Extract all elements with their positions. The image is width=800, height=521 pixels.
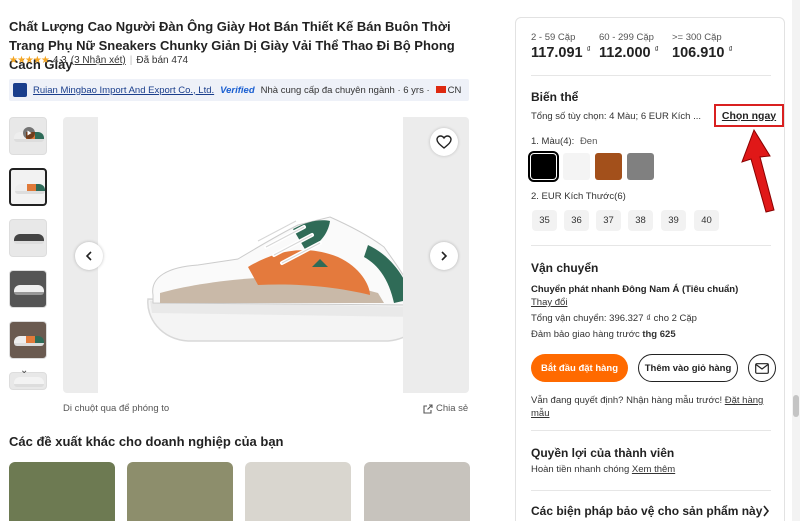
color-swatch-gray[interactable] bbox=[627, 153, 654, 180]
thumbnail-image[interactable] bbox=[9, 321, 47, 359]
delivery-guarantee: Đảm bảo giao hàng trước thg 625 bbox=[531, 329, 676, 340]
thumbnail-image-active[interactable] bbox=[9, 168, 47, 206]
price-tier-label: >= 300 Cặp bbox=[672, 32, 722, 43]
size-chip[interactable]: 37 bbox=[596, 210, 621, 231]
scrollbar-thumb[interactable] bbox=[793, 395, 799, 417]
divider-dot: | bbox=[129, 55, 133, 66]
choose-now-link[interactable]: Chọn ngay bbox=[714, 104, 784, 127]
supplier-desc: Nhà cung cấp đa chuyên ngành · 6 yrs · bbox=[260, 84, 430, 96]
annotation-arrow-icon bbox=[741, 128, 775, 213]
sneaker-image bbox=[147, 216, 419, 342]
share-label: Chia sẻ bbox=[436, 403, 469, 414]
share-icon bbox=[423, 403, 433, 414]
heart-icon bbox=[436, 135, 452, 149]
main-image bbox=[98, 117, 419, 393]
price-tier-value: 117.091 ₫ bbox=[531, 45, 591, 61]
rating-value: 4.3 bbox=[52, 55, 67, 66]
supplier-logo-icon bbox=[13, 83, 27, 97]
shipping-method: Chuyển phát nhanh Đông Nam Á (Tiêu chuẩn… bbox=[531, 284, 739, 295]
chevron-left-icon bbox=[85, 251, 92, 261]
sold-count: Đã bán 474 bbox=[136, 55, 189, 66]
thumbnail-image[interactable] bbox=[9, 270, 47, 308]
verified-badge: Verified bbox=[220, 84, 255, 96]
favorite-button[interactable] bbox=[430, 128, 458, 156]
size-chip[interactable]: 39 bbox=[661, 210, 686, 231]
sample-prompt: Vẫn đang quyết định? Nhận hàng mẫu trước… bbox=[531, 395, 723, 406]
member-benefits-title: Quyền lợi của thành viên bbox=[531, 446, 675, 460]
color-swatch-white[interactable] bbox=[563, 153, 590, 180]
next-image-button[interactable] bbox=[430, 242, 458, 270]
shipping-cost: Tổng vận chuyển: 396.327 ₫ cho 2 Cặp bbox=[531, 313, 697, 324]
variants-summary: Tổng số tùy chọn: 4 Màu; 6 EUR Kích ... bbox=[531, 111, 702, 122]
thumbnails-scroll-down-icon[interactable]: ⌄ bbox=[20, 365, 28, 376]
size-chip[interactable]: 40 bbox=[694, 210, 719, 231]
price-tier-value: 112.000 ₫ bbox=[599, 45, 659, 61]
add-to-cart-button[interactable]: Thêm vào giỏ hàng bbox=[638, 354, 738, 382]
price-tier-label: 60 - 299 Cặp bbox=[599, 32, 654, 43]
supplier-name-link[interactable]: Ruian Mingbao Import And Export Co., Ltd… bbox=[33, 85, 214, 96]
rating-stars-icon: ★★★★★ bbox=[9, 55, 50, 66]
color-label-row: 1. Màu(4): Đen bbox=[531, 136, 597, 147]
color-swatch-brown[interactable] bbox=[595, 153, 622, 180]
size-chip[interactable]: 38 bbox=[628, 210, 653, 231]
supplier-country: CN bbox=[435, 85, 461, 96]
main-image-viewer[interactable] bbox=[63, 117, 469, 393]
color-selected: Đen bbox=[579, 136, 598, 147]
recommendation-card[interactable] bbox=[245, 462, 351, 521]
zoom-hint: Di chuột qua để phóng to bbox=[63, 403, 170, 414]
sample-row: Vẫn đang quyết định? Nhận hàng mẫu trước… bbox=[531, 394, 766, 420]
member-benefits-row: Hoàn tiền nhanh chóng Xem thêm bbox=[531, 464, 676, 475]
prev-image-button[interactable] bbox=[75, 242, 103, 270]
protection-title[interactable]: Các biện pháp bảo vệ cho sản phẩm này bbox=[531, 504, 762, 518]
supplier-bar: Ruian Mingbao Import And Export Co., Ltd… bbox=[9, 79, 469, 101]
rating-row: ★★★★★ 4.3 (3 Nhận xét) | Đã bán 474 bbox=[9, 55, 188, 66]
thumbnail-image[interactable] bbox=[9, 219, 47, 257]
shipping-change-link[interactable]: Thay đổi bbox=[531, 297, 567, 308]
recommendation-card[interactable] bbox=[127, 462, 233, 521]
recommendation-card[interactable] bbox=[364, 462, 470, 521]
price-tier-value: 106.910 ₫ bbox=[672, 45, 733, 61]
reviews-link[interactable]: (3 Nhận xét) bbox=[71, 55, 126, 66]
mail-icon bbox=[755, 362, 769, 374]
chevron-right-icon bbox=[441, 251, 448, 261]
chevron-right-icon[interactable] bbox=[762, 505, 770, 517]
size-chip[interactable]: 36 bbox=[564, 210, 589, 231]
share-button[interactable]: Chia sẻ bbox=[423, 403, 468, 414]
delivery-date: thg 625 bbox=[642, 329, 676, 340]
thumbnail-list bbox=[9, 117, 47, 403]
color-label: 1. Màu(4): bbox=[531, 136, 575, 147]
recommendations-title: Các đề xuất khác cho doanh nghiệp của bạ… bbox=[9, 434, 284, 449]
color-swatch-black[interactable] bbox=[528, 151, 559, 182]
divider bbox=[531, 490, 771, 491]
see-more-link[interactable]: Xem thêm bbox=[632, 464, 675, 475]
start-order-button[interactable]: Bắt đầu đặt hàng bbox=[531, 354, 628, 382]
price-tier-label: 2 - 59 Cặp bbox=[531, 32, 576, 43]
china-flag-icon bbox=[435, 85, 446, 93]
recommendation-card[interactable] bbox=[9, 462, 115, 521]
divider bbox=[531, 245, 771, 246]
page-scrollbar[interactable] bbox=[792, 0, 800, 521]
thumbnail-video[interactable] bbox=[9, 117, 47, 155]
divider bbox=[531, 75, 771, 76]
variants-title: Biến thể bbox=[531, 90, 579, 104]
size-label: 2. EUR Kích Thước(6) bbox=[531, 191, 626, 202]
size-chip[interactable]: 35 bbox=[532, 210, 557, 231]
play-icon bbox=[23, 127, 35, 139]
message-button[interactable] bbox=[748, 354, 776, 382]
shipping-title: Vận chuyển bbox=[531, 261, 599, 275]
divider bbox=[531, 430, 771, 431]
